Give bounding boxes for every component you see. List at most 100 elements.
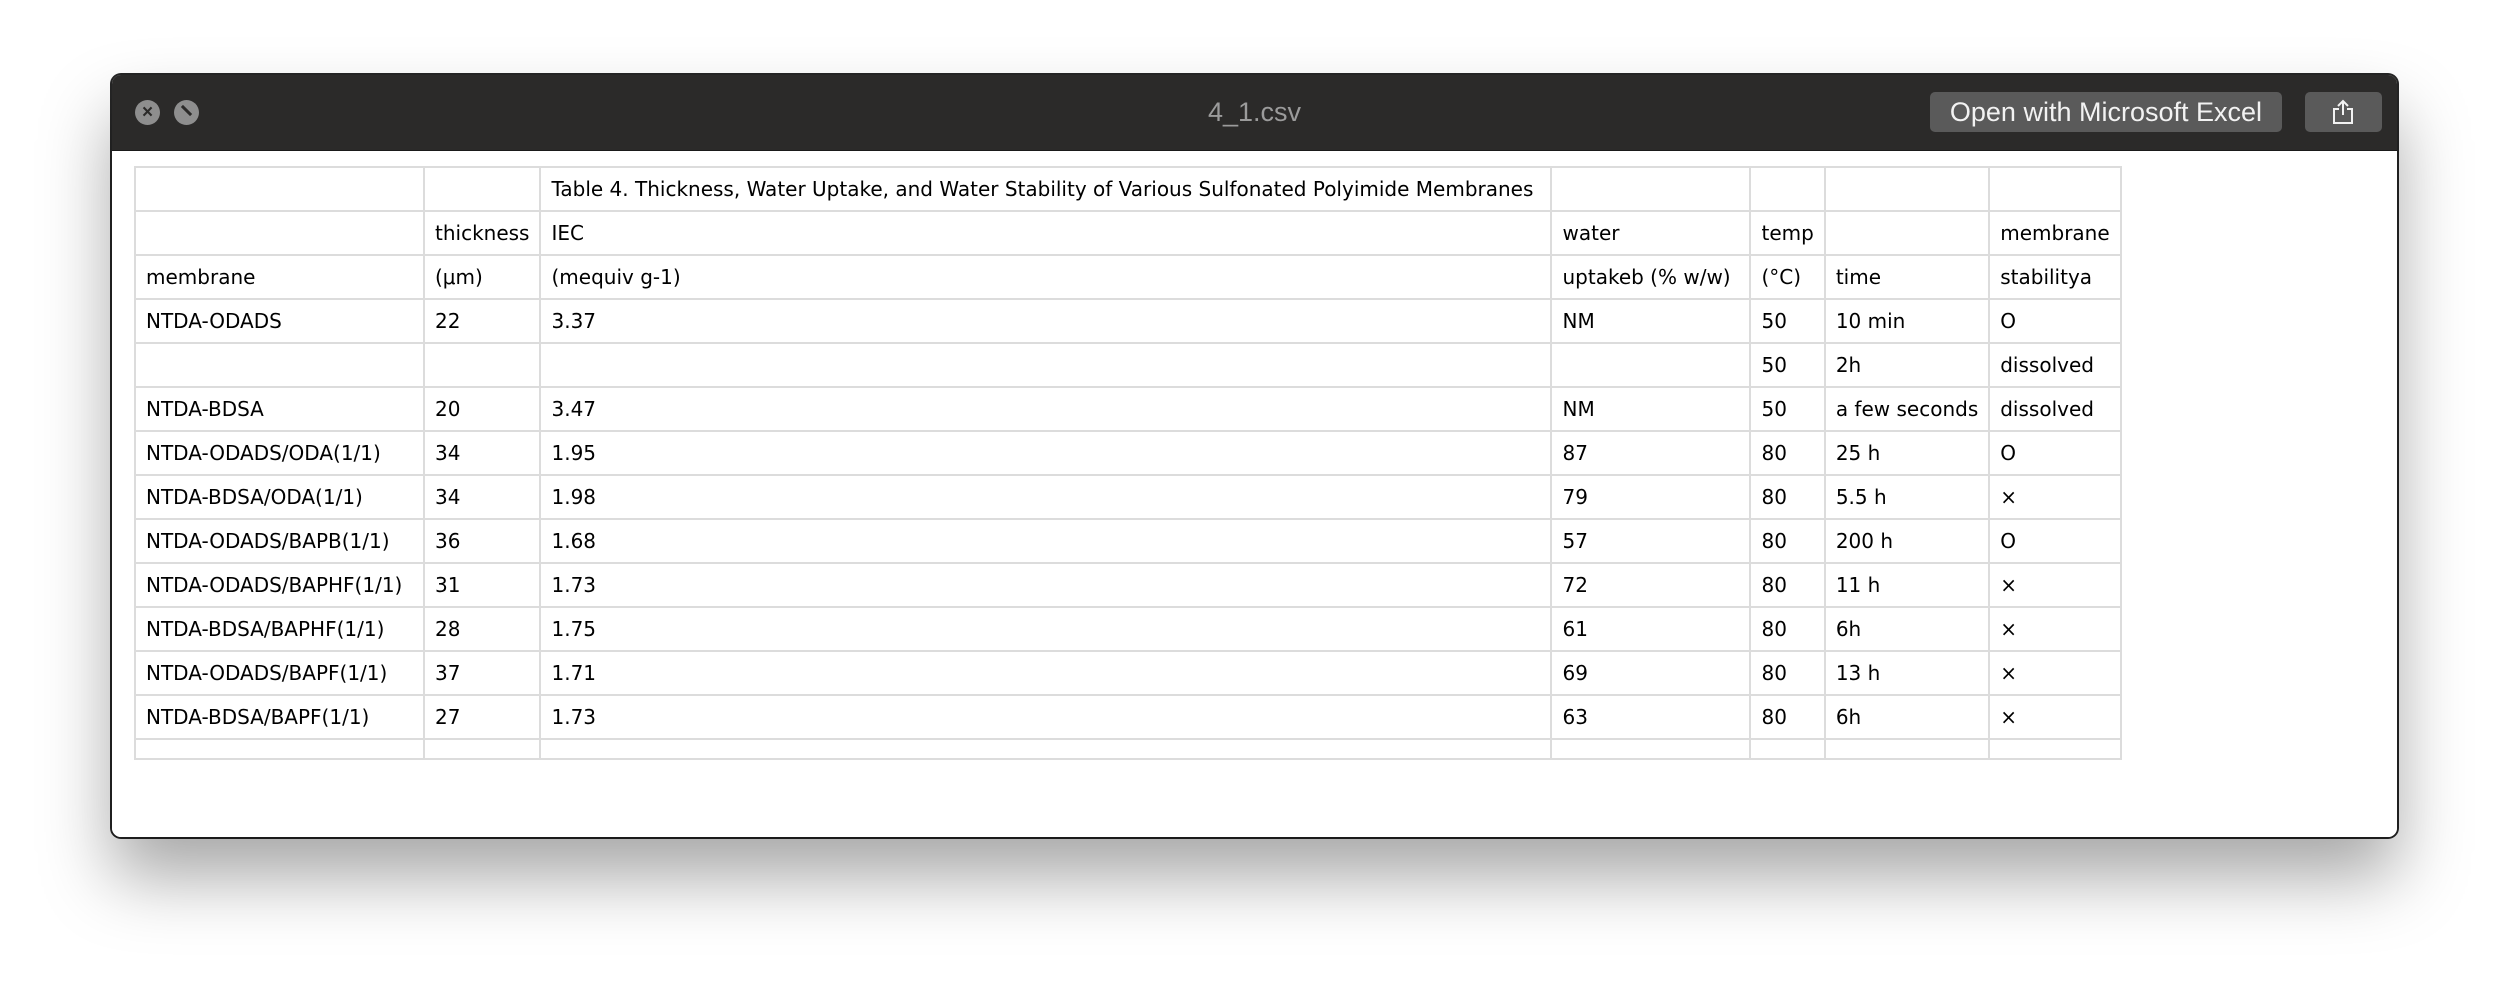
table-cell[interactable]: (μm): [422, 254, 542, 300]
table-cell[interactable]: 34: [422, 474, 542, 520]
table-cell[interactable]: 5.5 h: [1823, 474, 1991, 520]
table-cell[interactable]: [422, 738, 542, 760]
table-cell[interactable]: [1550, 342, 1752, 388]
table-cell[interactable]: [539, 342, 1553, 388]
table-cell[interactable]: 80: [1749, 430, 1826, 476]
table-cell[interactable]: membrane: [1988, 210, 2122, 256]
table-cell[interactable]: NTDA-BDSA/BAPF(1/1): [134, 694, 425, 740]
table-cell[interactable]: temp: [1749, 210, 1826, 256]
table-cell[interactable]: NTDA-ODADS/BAPB(1/1): [134, 518, 425, 564]
table-cell[interactable]: O: [1988, 430, 2122, 476]
table-cell[interactable]: 50: [1749, 298, 1826, 344]
table-cell[interactable]: [1988, 738, 2122, 760]
table-cell[interactable]: [1550, 738, 1752, 760]
table-cell[interactable]: 50: [1749, 386, 1826, 432]
table-cell[interactable]: (mequiv g-1): [539, 254, 1553, 300]
table-cell[interactable]: IEC: [539, 210, 1553, 256]
table-cell[interactable]: 20: [422, 386, 542, 432]
table-cell[interactable]: NTDA-BDSA/ODA(1/1): [134, 474, 425, 520]
table-cell[interactable]: 1.73: [539, 694, 1553, 740]
table-cell[interactable]: O: [1988, 298, 2122, 344]
share-button[interactable]: [2305, 92, 2382, 132]
table-cell[interactable]: 3.47: [539, 386, 1553, 432]
table-cell[interactable]: 25 h: [1823, 430, 1991, 476]
table-cell[interactable]: 80: [1749, 650, 1826, 696]
table-cell[interactable]: [1550, 166, 1752, 212]
table-cell[interactable]: NTDA-ODADS: [134, 298, 425, 344]
table-cell[interactable]: NM: [1550, 386, 1752, 432]
table-cell[interactable]: [134, 210, 425, 256]
table-cell[interactable]: 200 h: [1823, 518, 1991, 564]
table-cell[interactable]: [1749, 738, 1826, 760]
table-cell[interactable]: 1.71: [539, 650, 1553, 696]
table-cell[interactable]: [1988, 166, 2122, 212]
table-cell[interactable]: NTDA-BDSA/BAPHF(1/1): [134, 606, 425, 652]
table-cell[interactable]: 1.68: [539, 518, 1553, 564]
table-cell[interactable]: [1823, 210, 1991, 256]
table-cell[interactable]: stabilitya: [1988, 254, 2122, 300]
table-cell[interactable]: 79: [1550, 474, 1752, 520]
table-cell[interactable]: [1749, 166, 1826, 212]
table-cell[interactable]: NTDA-ODADS/BAPF(1/1): [134, 650, 425, 696]
table-cell[interactable]: [1823, 166, 1991, 212]
table-cell[interactable]: 6h: [1823, 694, 1991, 740]
table-cell[interactable]: 87: [1550, 430, 1752, 476]
table-cell[interactable]: 80: [1749, 518, 1826, 564]
table-cell[interactable]: [134, 342, 425, 388]
table-cell[interactable]: 34: [422, 430, 542, 476]
table-cell[interactable]: uptakeb (% w/w): [1550, 254, 1752, 300]
table-cell[interactable]: a few seconds: [1823, 386, 1991, 432]
table-cell[interactable]: 80: [1749, 694, 1826, 740]
table-cell[interactable]: (°C): [1749, 254, 1826, 300]
table-cell[interactable]: 69: [1550, 650, 1752, 696]
table-cell[interactable]: 80: [1749, 474, 1826, 520]
table-cell[interactable]: Table 4. Thickness, Water Uptake, and Wa…: [539, 166, 1553, 212]
table-cell[interactable]: ×: [1988, 694, 2122, 740]
table-cell[interactable]: [422, 166, 542, 212]
table-cell[interactable]: 2h: [1823, 342, 1991, 388]
table-cell[interactable]: [134, 738, 425, 760]
table-cell[interactable]: thickness: [422, 210, 542, 256]
table-cell[interactable]: NTDA-BDSA: [134, 386, 425, 432]
table-cell[interactable]: [1823, 738, 1991, 760]
table-cell[interactable]: 1.75: [539, 606, 1553, 652]
table-cell[interactable]: 1.95: [539, 430, 1553, 476]
table-cell[interactable]: 31: [422, 562, 542, 608]
table-cell[interactable]: NTDA-ODADS/BAPHF(1/1): [134, 562, 425, 608]
table-cell[interactable]: 6h: [1823, 606, 1991, 652]
table-cell[interactable]: 36: [422, 518, 542, 564]
table-cell[interactable]: dissolved: [1988, 386, 2122, 432]
table-cell[interactable]: 50: [1749, 342, 1826, 388]
table-cell[interactable]: water: [1550, 210, 1752, 256]
table-cell[interactable]: 63: [1550, 694, 1752, 740]
table-cell[interactable]: [134, 166, 425, 212]
table-cell[interactable]: 10 min: [1823, 298, 1991, 344]
table-cell[interactable]: membrane: [134, 254, 425, 300]
table-cell[interactable]: 72: [1550, 562, 1752, 608]
table-cell[interactable]: 61: [1550, 606, 1752, 652]
table-cell[interactable]: ×: [1988, 650, 2122, 696]
table-cell[interactable]: 3.37: [539, 298, 1553, 344]
table-cell[interactable]: ×: [1988, 606, 2122, 652]
table-cell[interactable]: [539, 738, 1553, 760]
table-cell[interactable]: O: [1988, 518, 2122, 564]
table-cell[interactable]: 1.73: [539, 562, 1553, 608]
table-cell[interactable]: time: [1823, 254, 1991, 300]
table-cell[interactable]: NTDA-ODADS/ODA(1/1): [134, 430, 425, 476]
table-cell[interactable]: 28: [422, 606, 542, 652]
table-cell[interactable]: 11 h: [1823, 562, 1991, 608]
table-cell[interactable]: 57: [1550, 518, 1752, 564]
table-cell[interactable]: 27: [422, 694, 542, 740]
table-cell[interactable]: ×: [1988, 562, 2122, 608]
table-cell[interactable]: ×: [1988, 474, 2122, 520]
table-cell[interactable]: dissolved: [1988, 342, 2122, 388]
table-cell[interactable]: 37: [422, 650, 542, 696]
table-cell[interactable]: 80: [1749, 562, 1826, 608]
table-cell[interactable]: [422, 342, 542, 388]
table-cell[interactable]: 80: [1749, 606, 1826, 652]
table-cell[interactable]: 22: [422, 298, 542, 344]
table-cell[interactable]: NM: [1550, 298, 1752, 344]
open-with-excel-button[interactable]: Open with Microsoft Excel: [1929, 92, 2282, 132]
table-cell[interactable]: 1.98: [539, 474, 1553, 520]
table-cell[interactable]: 13 h: [1823, 650, 1991, 696]
